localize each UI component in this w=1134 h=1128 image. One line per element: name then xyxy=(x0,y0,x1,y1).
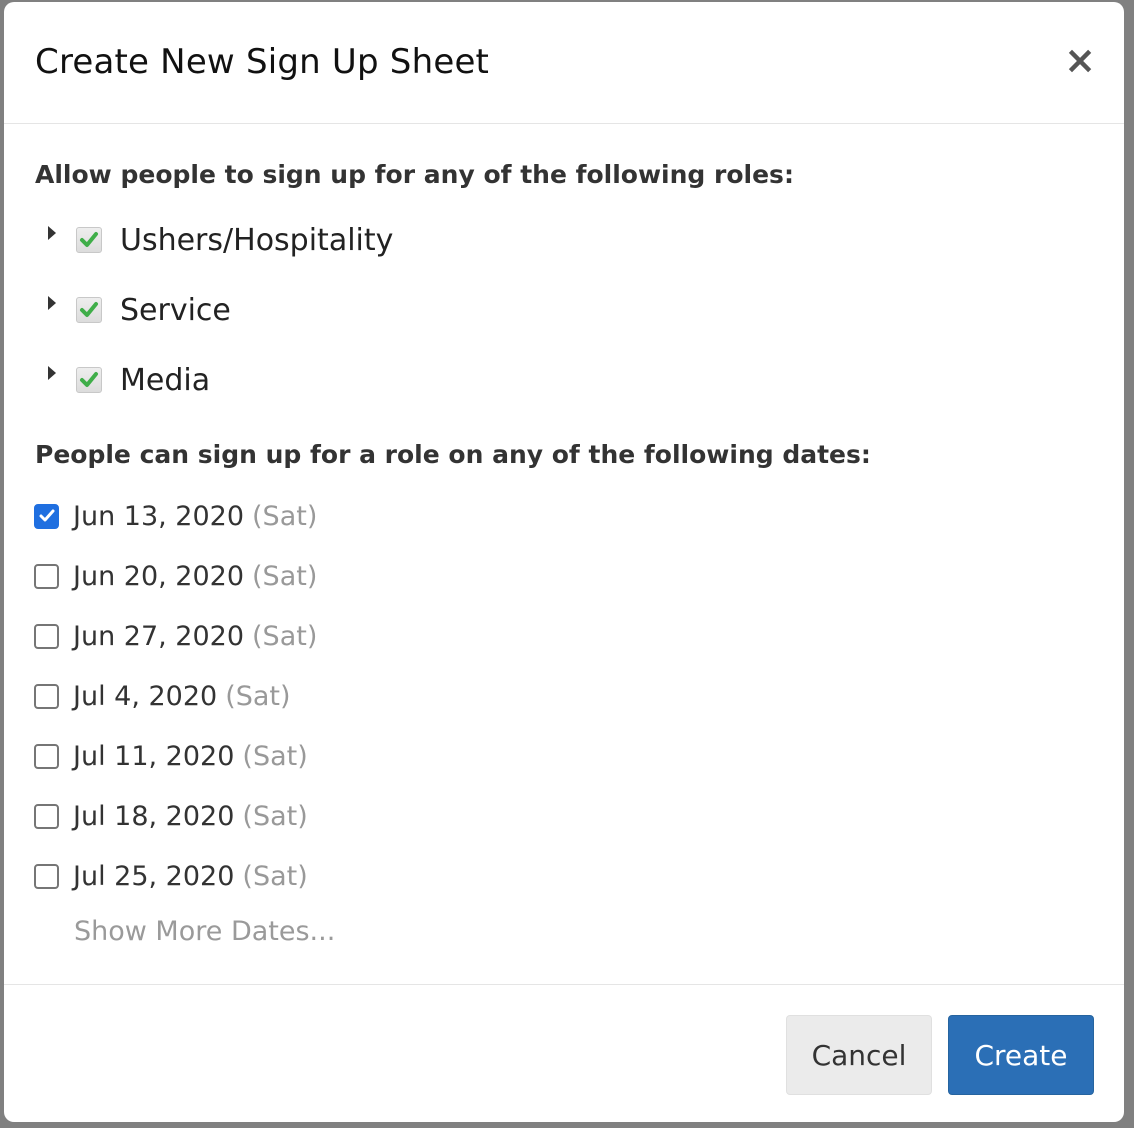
date-item: Jun 20, 2020 (Sat) xyxy=(34,558,317,594)
date-item: Jun 27, 2020 (Sat) xyxy=(34,618,317,654)
date-item: Jul 11, 2020 (Sat) xyxy=(34,738,308,774)
date-weekday: (Sat) xyxy=(225,680,291,712)
role-label: Service xyxy=(120,292,231,328)
close-button[interactable]: × xyxy=(1062,40,1098,80)
date-checkbox[interactable] xyxy=(34,743,59,769)
role-checkbox[interactable] xyxy=(76,227,102,253)
date-weekday: (Sat) xyxy=(252,620,318,652)
date-item: Jul 18, 2020 (Sat) xyxy=(34,798,308,834)
modal-title: Create New Sign Up Sheet xyxy=(35,42,490,82)
modal-body: Allow people to sign up for any of the f… xyxy=(4,124,1124,984)
close-icon: × xyxy=(1064,38,1096,82)
cancel-button[interactable]: Cancel xyxy=(786,1015,932,1095)
date-checkbox[interactable] xyxy=(34,563,59,589)
date-label: Jul 4, 2020 xyxy=(73,680,218,712)
date-label: Jun 13, 2020 xyxy=(73,500,245,532)
role-checkbox[interactable] xyxy=(76,367,102,393)
date-weekday: (Sat) xyxy=(242,800,308,832)
roles-section-label: Allow people to sign up for any of the f… xyxy=(35,160,794,189)
date-weekday: (Sat) xyxy=(242,740,308,772)
date-label: Jul 25, 2020 xyxy=(73,860,235,892)
date-label: Jun 27, 2020 xyxy=(73,620,245,652)
date-weekday: (Sat) xyxy=(242,860,308,892)
caret-right-icon[interactable] xyxy=(42,361,62,385)
role-item-ushers-hospitality: Ushers/Hospitality xyxy=(42,220,393,260)
date-item: Jul 4, 2020 (Sat) xyxy=(34,678,291,714)
date-checkbox[interactable] xyxy=(34,803,59,829)
role-checkbox[interactable] xyxy=(76,297,102,323)
caret-right-icon[interactable] xyxy=(42,221,62,245)
date-weekday: (Sat) xyxy=(252,560,318,592)
role-item-media: Media xyxy=(42,360,210,400)
date-checkbox[interactable] xyxy=(34,683,59,709)
date-item: Jun 13, 2020 (Sat) xyxy=(34,498,317,534)
role-item-service: Service xyxy=(42,290,231,330)
date-checkbox[interactable] xyxy=(34,863,59,889)
date-weekday: (Sat) xyxy=(252,500,318,532)
date-checkbox[interactable] xyxy=(34,623,59,649)
create-button[interactable]: Create xyxy=(948,1015,1094,1095)
show-more-dates-link[interactable]: Show More Dates... xyxy=(74,916,335,947)
date-label: Jul 18, 2020 xyxy=(73,800,235,832)
create-signup-sheet-dialog: Create New Sign Up Sheet × Allow people … xyxy=(4,2,1124,1122)
checkmark-icon xyxy=(80,372,98,387)
caret-right-icon[interactable] xyxy=(42,291,62,315)
checkmark-icon xyxy=(80,232,98,247)
role-label: Ushers/Hospitality xyxy=(120,222,394,258)
date-label: Jul 11, 2020 xyxy=(73,740,235,772)
dates-section-label: People can sign up for a role on any of … xyxy=(35,440,871,469)
role-label: Media xyxy=(120,362,211,398)
modal-header: Create New Sign Up Sheet × xyxy=(4,2,1124,124)
checkmark-icon xyxy=(39,509,54,522)
date-label: Jun 20, 2020 xyxy=(73,560,245,592)
date-item: Jul 25, 2020 (Sat) xyxy=(34,858,308,894)
modal-footer: Cancel Create xyxy=(4,984,1124,1122)
checkmark-icon xyxy=(80,302,98,317)
date-checkbox[interactable] xyxy=(34,503,59,529)
